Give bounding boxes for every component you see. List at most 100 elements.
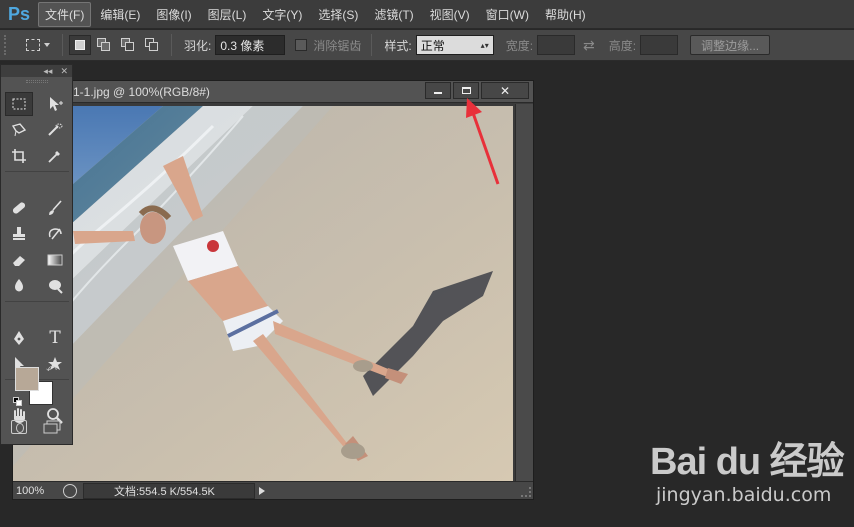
photoshop-logo: Ps <box>7 3 31 24</box>
watermark-brand: Bai du 经验 <box>650 441 845 483</box>
gradient-icon <box>47 254 63 266</box>
intersect-selection-icon <box>145 38 159 52</box>
close-icon[interactable]: ✕ <box>60 66 68 77</box>
menu-file[interactable]: 文件(F) <box>38 1 92 27</box>
close-button[interactable]: ✕ <box>481 82 529 99</box>
tools-panel: ◂◂ ✕ T ⤺ <box>0 64 73 445</box>
width-label: 宽度: <box>505 38 534 53</box>
add-selection-icon <box>97 38 111 52</box>
swap-colors-icon[interactable]: ⤺ <box>46 363 57 374</box>
dodge-tool[interactable] <box>37 273 73 299</box>
minimize-icon <box>434 92 442 94</box>
crop-icon <box>12 149 26 163</box>
antialias-checkbox[interactable] <box>295 39 308 51</box>
history-brush-tool[interactable] <box>37 221 73 247</box>
subtract-selection-button[interactable] <box>117 35 139 55</box>
eraser-tool[interactable] <box>1 247 37 273</box>
document-title: 1-1.jpg @ 100%(RGB/8#) <box>73 84 210 99</box>
clone-stamp-tool[interactable] <box>1 221 37 247</box>
window-controls: ✕ <box>423 82 529 99</box>
menu-edit[interactable]: 编辑(E) <box>93 2 147 27</box>
pen-tool[interactable] <box>1 325 37 351</box>
zoom-level[interactable]: 100% <box>13 485 63 497</box>
menu-view[interactable]: 视图(V) <box>423 2 477 27</box>
healing-brush-tool[interactable] <box>1 195 37 221</box>
updown-arrow-icon: ▴▾ <box>480 40 489 50</box>
intersect-selection-button[interactable] <box>141 35 163 55</box>
menu-image[interactable]: 图像(I) <box>149 2 198 27</box>
minimize-button[interactable] <box>425 82 451 99</box>
bandage-icon <box>12 202 26 214</box>
options-bar: 羽化: 消除锯齿 样式: 正常 ▴▾ 宽度: ⇄ 高度: 调整边缘... <box>0 30 854 61</box>
new-selection-button[interactable] <box>69 35 91 55</box>
canvas-area[interactable] <box>13 104 533 483</box>
eyedropper-tool[interactable] <box>37 143 73 169</box>
menu-help[interactable]: 帮助(H) <box>538 2 593 27</box>
divider <box>5 171 69 176</box>
crop-tool[interactable] <box>1 143 37 169</box>
menu-layer[interactable]: 图层(L) <box>201 2 254 27</box>
style-select-value: 正常 <box>420 38 445 53</box>
vertical-scrollbar[interactable] <box>515 104 533 482</box>
history-brush-icon <box>48 228 62 240</box>
quick-mask-icon[interactable] <box>11 420 27 434</box>
lasso-icon <box>11 123 27 137</box>
rect-marquee-icon <box>12 98 26 110</box>
default-colors-icon[interactable] <box>13 397 23 407</box>
chevron-down-icon <box>44 43 50 47</box>
watermark-url: jingyan.baidu.com <box>656 484 832 506</box>
style-select[interactable]: 正常 ▴▾ <box>415 35 494 55</box>
beach-photo <box>13 106 513 481</box>
dodge-icon <box>49 280 63 294</box>
status-info-icon[interactable] <box>63 483 77 498</box>
close-icon: ✕ <box>499 83 511 98</box>
width-input[interactable] <box>537 35 576 55</box>
new-selection-icon <box>75 40 85 50</box>
gradient-tool[interactable] <box>37 247 73 273</box>
height-input[interactable] <box>640 35 679 55</box>
quick-selection-tool[interactable] <box>37 117 73 143</box>
resize-grip-icon[interactable] <box>521 487 531 497</box>
foreground-color-swatch[interactable] <box>15 367 39 391</box>
maximize-icon <box>461 87 471 94</box>
brush-tool[interactable] <box>37 195 73 221</box>
screen-mode-icon[interactable] <box>43 420 61 434</box>
document-title-bar[interactable]: 1-1.jpg @ 100%(RGB/8#) ✕ <box>13 81 533 103</box>
move-icon <box>50 97 63 111</box>
refine-edge-button[interactable]: 调整边缘... <box>690 35 771 55</box>
quick-selection-icon <box>48 123 63 136</box>
tools-panel-header[interactable]: ◂◂ ✕ <box>1 65 72 77</box>
baidu-jingyan-watermark: Bai du 经验 jingyan.baidu.com <box>650 430 850 520</box>
tool-preset-picker[interactable] <box>20 34 56 56</box>
add-to-selection-button[interactable] <box>93 35 115 55</box>
pen-icon <box>14 331 24 345</box>
tools-panel-grip[interactable] <box>1 77 72 85</box>
divider <box>371 34 373 56</box>
document-info: 文档:554.5 K/554.5K <box>83 482 255 499</box>
color-swatches: ⤺ <box>13 363 57 409</box>
height-label: 高度: <box>608 38 637 53</box>
status-menu-arrow-icon[interactable] <box>259 486 265 495</box>
maximize-button[interactable] <box>453 82 479 99</box>
type-tool[interactable]: T <box>37 325 73 351</box>
swap-arrows-icon[interactable]: ⇄ <box>583 37 595 54</box>
antialias-label: 消除锯齿 <box>313 38 362 53</box>
menu-type[interactable]: 文字(Y) <box>255 2 309 27</box>
menu-window[interactable]: 窗口(W) <box>479 2 536 27</box>
collapse-icon[interactable]: ◂◂ <box>43 66 52 77</box>
document-size: 文档:554.5 K/554.5K <box>114 485 215 498</box>
document-window: 1-1.jpg @ 100%(RGB/8#) ✕ 100% 文档:554.5 K… <box>12 80 534 500</box>
feather-label: 羽化: <box>184 38 212 53</box>
feather-input[interactable] <box>215 35 286 55</box>
rect-marquee-tool[interactable] <box>5 92 33 116</box>
blur-tool[interactable] <box>1 273 37 299</box>
style-label: 样式: <box>384 38 412 53</box>
menu-filter[interactable]: 滤镜(T) <box>367 2 420 27</box>
lasso-tool[interactable] <box>1 117 37 143</box>
move-tool[interactable] <box>37 91 73 117</box>
subtract-selection-icon <box>121 38 135 52</box>
brush-icon <box>49 200 62 215</box>
blur-drop-icon <box>15 279 23 292</box>
menu-select[interactable]: 选择(S) <box>311 2 365 27</box>
options-bar-grip[interactable] <box>4 35 12 55</box>
